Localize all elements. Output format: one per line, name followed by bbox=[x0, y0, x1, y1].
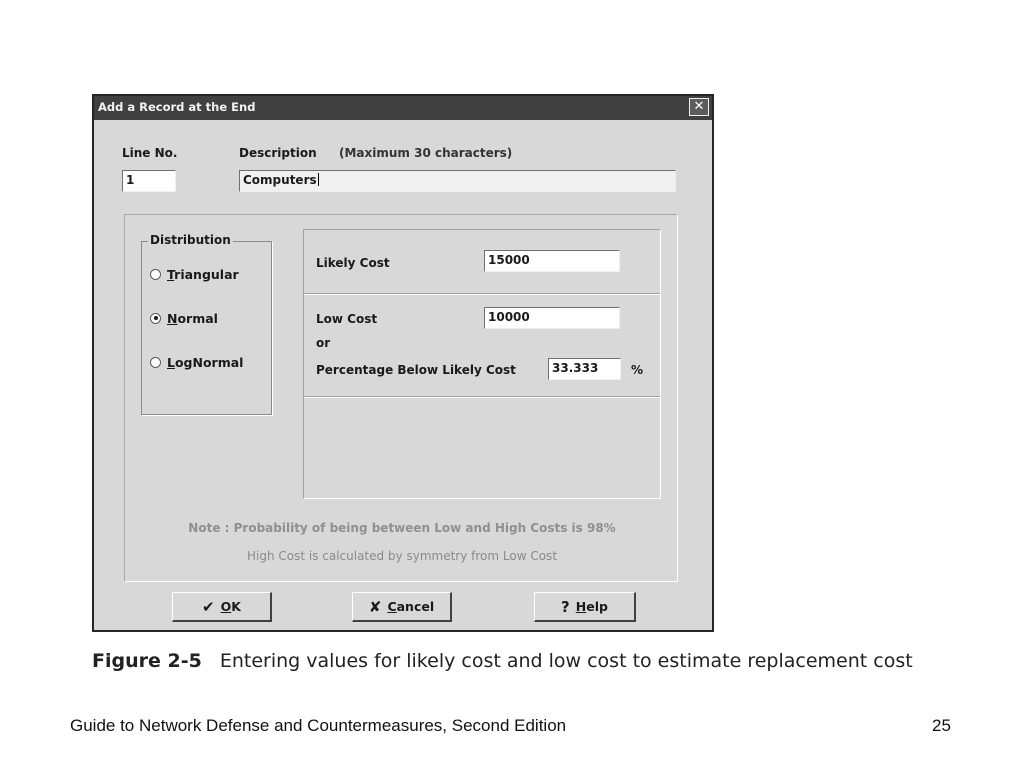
normal-label: Normal bbox=[167, 310, 218, 326]
help-label: Help bbox=[575, 599, 608, 614]
percentage-value: 33.333 bbox=[552, 361, 599, 375]
ok-label: OK bbox=[220, 599, 241, 614]
lognormal-label: LogNormal bbox=[167, 354, 244, 370]
likely-cost-field[interactable]: 15000 bbox=[484, 250, 620, 272]
ok-button[interactable]: ✔ OK bbox=[172, 592, 272, 622]
x-icon: ✘ bbox=[368, 597, 382, 616]
radio-triangular[interactable]: Triangular bbox=[150, 265, 239, 283]
description-value: Computers bbox=[243, 173, 317, 187]
checkmark-icon: ✔ bbox=[202, 597, 215, 616]
radio-unchecked-icon[interactable] bbox=[150, 268, 161, 280]
add-record-dialog: Add a Record at the End ✕ Line No. Descr… bbox=[92, 94, 714, 632]
book-title: Guide to Network Defense and Countermeas… bbox=[70, 716, 567, 735]
question-icon: ? bbox=[561, 597, 570, 616]
dialog-title: Add a Record at the End bbox=[98, 100, 256, 114]
cost-values-box: Likely Cost 15000 Low Cost 10000 or Perc… bbox=[303, 229, 661, 499]
cancel-label: Cancel bbox=[387, 599, 435, 614]
low-cost-field[interactable]: 10000 bbox=[484, 307, 620, 329]
distribution-title: Distribution bbox=[148, 233, 233, 247]
percent-unit: % bbox=[631, 363, 644, 377]
description-label: Description bbox=[239, 146, 317, 160]
percentage-label: Percentage Below Likely Cost bbox=[316, 363, 516, 377]
figure-label: Figure 2-5 bbox=[92, 650, 202, 672]
radio-normal[interactable]: Normal bbox=[150, 309, 218, 327]
divider bbox=[304, 396, 660, 398]
description-field[interactable]: Computers bbox=[239, 170, 676, 192]
low-cost-label: Low Cost bbox=[316, 312, 378, 326]
or-label: or bbox=[316, 336, 331, 350]
close-icon[interactable]: ✕ bbox=[689, 98, 709, 116]
percentage-field[interactable]: 33.333 bbox=[548, 358, 621, 380]
figure-caption: Figure 2-5 Entering values for likely cos… bbox=[92, 650, 913, 672]
title-bar[interactable]: Add a Record at the End ✕ bbox=[94, 96, 712, 120]
likely-cost-value: 15000 bbox=[488, 253, 530, 267]
cost-panel: Distribution Triangular Normal LogNormal… bbox=[124, 214, 678, 582]
page-number: 25 bbox=[932, 716, 951, 735]
cancel-button[interactable]: ✘ Cancel bbox=[352, 592, 452, 622]
note-symmetry: High Cost is calculated by symmetry from… bbox=[246, 549, 558, 563]
line-no-label: Line No. bbox=[122, 146, 178, 160]
figure-text: Entering values for likely cost and low … bbox=[219, 650, 913, 672]
text-caret bbox=[317, 173, 319, 186]
note-probability: Note : Probability of being between Low … bbox=[188, 521, 616, 535]
divider bbox=[304, 293, 660, 295]
radio-lognormal[interactable]: LogNormal bbox=[150, 353, 243, 371]
radio-checked-icon[interactable] bbox=[150, 312, 161, 324]
distribution-group: Distribution Triangular Normal LogNormal bbox=[141, 233, 272, 415]
triangular-label: Triangular bbox=[167, 266, 239, 282]
likely-cost-label: Likely Cost bbox=[316, 256, 390, 270]
radio-unchecked-icon[interactable] bbox=[150, 356, 161, 368]
line-no-value: 1 bbox=[126, 173, 135, 187]
low-cost-value: 10000 bbox=[488, 310, 530, 324]
description-hint: (Maximum 30 characters) bbox=[339, 146, 513, 160]
line-no-field[interactable]: 1 bbox=[122, 170, 176, 192]
help-button[interactable]: ? Help bbox=[534, 592, 636, 622]
